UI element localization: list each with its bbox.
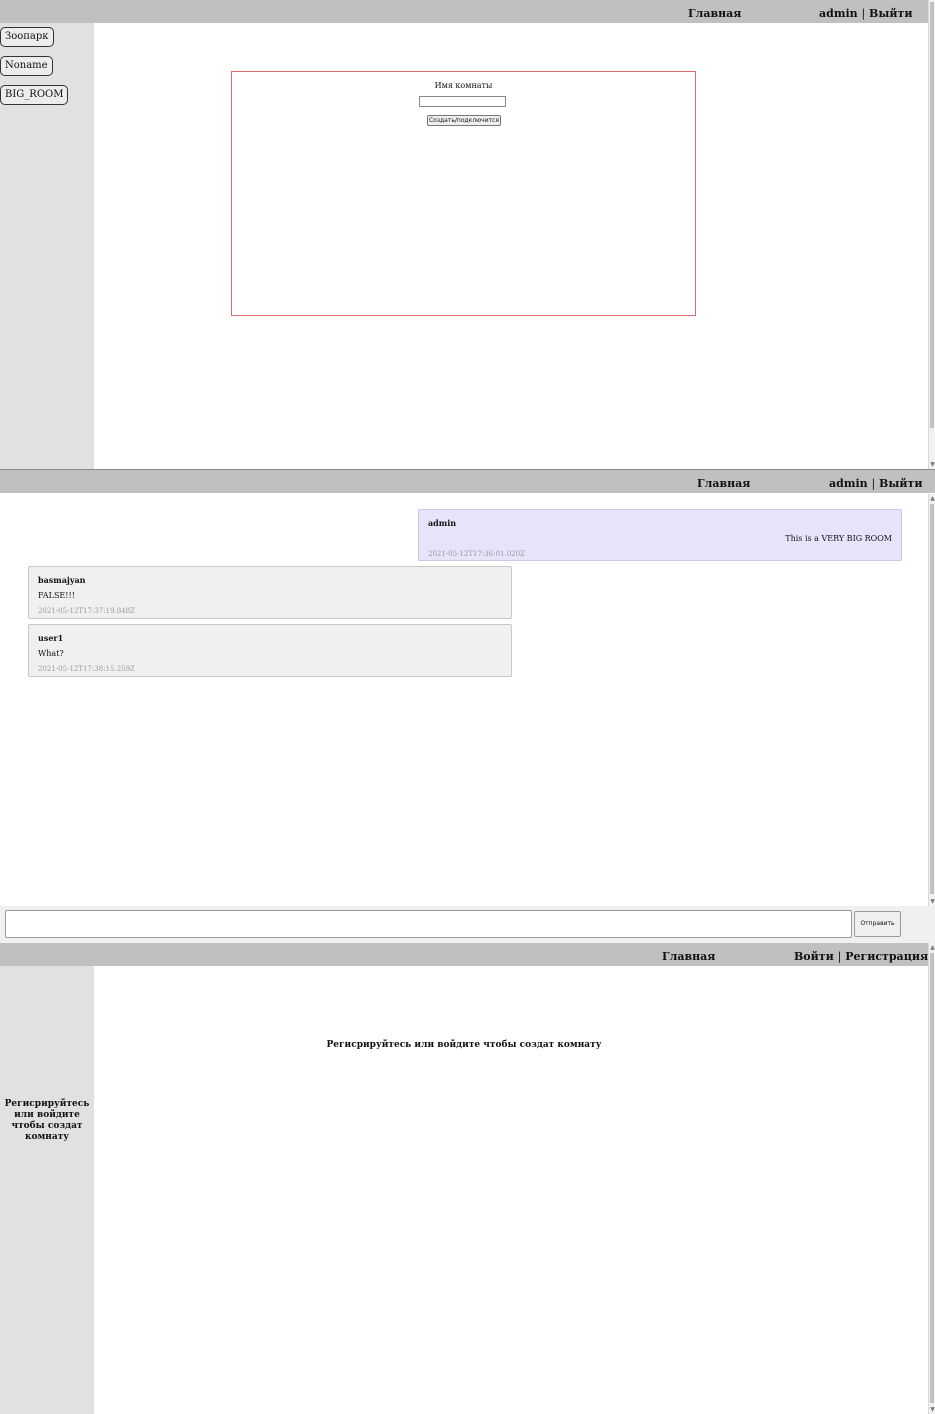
auth-nav: Войти | Регистрация bbox=[794, 950, 928, 963]
chat-message: admin This is a VERY BIG ROOM 2021-05-12… bbox=[418, 509, 902, 561]
logout-link[interactable]: Выйти bbox=[869, 7, 912, 20]
main-login-prompt: Регисрируйтесь или войдите чтобы создат … bbox=[326, 1040, 602, 1050]
logout-link[interactable]: Выйти bbox=[879, 477, 922, 490]
username-link[interactable]: admin bbox=[819, 7, 858, 20]
scroll-up-arrow-icon[interactable]: ▲ bbox=[929, 496, 935, 502]
room-button-big-room[interactable]: BIG_ROOM bbox=[0, 85, 69, 105]
top-nav-bar: Главная Войти | Регистрация bbox=[0, 943, 928, 966]
scrollbar-thumb[interactable] bbox=[930, 504, 934, 894]
top-nav-bar: Главная admin | Выйти bbox=[0, 0, 928, 23]
scroll-down-arrow-icon[interactable]: ▼ bbox=[929, 899, 935, 905]
message-timestamp: 2021-05-12T17:38:15.259Z bbox=[38, 665, 135, 673]
screen-chat-room: Главная admin | Выйти admin This is a VE… bbox=[0, 470, 935, 944]
room-button-noname[interactable]: Noname bbox=[0, 56, 53, 76]
message-text: What? bbox=[38, 649, 64, 658]
login-link[interactable]: Войти bbox=[794, 950, 834, 963]
message-timestamp: 2021-05-12T17:37:19.848Z bbox=[38, 607, 135, 615]
room-button-zoopark[interactable]: Зоопарк bbox=[0, 27, 54, 47]
messages-area: admin This is a VERY BIG ROOM 2021-05-12… bbox=[0, 494, 935, 906]
room-sidebar: Зоопарк Noname BIG_ROOM bbox=[0, 23, 94, 469]
sidebar-login-prompt: Регисрируйтесь или войдите чтобы создат … bbox=[4, 1099, 90, 1142]
message-text: This is a VERY BIG ROOM bbox=[785, 534, 892, 543]
home-link[interactable]: Главная bbox=[662, 950, 715, 963]
page-scrollbar[interactable]: ▲ ▼ bbox=[928, 943, 935, 1414]
register-link[interactable]: Регистрация bbox=[845, 950, 928, 963]
scroll-down-arrow-icon[interactable]: ▼ bbox=[929, 462, 935, 468]
send-button[interactable]: Отправить bbox=[854, 911, 901, 937]
message-author: basmajyan bbox=[38, 575, 86, 585]
scrollbar-thumb[interactable] bbox=[930, 953, 934, 1403]
chat-message: basmajyan FALSE!!! 2021-05-12T17:37:19.8… bbox=[28, 566, 512, 619]
screen-room-select: Главная admin | Выйти Зоопарк Noname BIG… bbox=[0, 0, 935, 469]
nav-separator: | bbox=[861, 7, 866, 20]
message-text: FALSE!!! bbox=[38, 591, 75, 600]
message-input[interactable] bbox=[5, 910, 852, 938]
message-composer: Отправить bbox=[0, 906, 935, 944]
screen-guest: Главная Войти | Регистрация Регисрируйте… bbox=[0, 943, 935, 1414]
user-nav: admin | Выйти bbox=[829, 477, 923, 490]
username-link[interactable]: admin bbox=[829, 477, 868, 490]
create-connect-button[interactable]: Создать/подключится bbox=[427, 115, 501, 126]
room-sidebar: Регисрируйтесь или войдите чтобы создат … bbox=[0, 966, 94, 1414]
nav-separator: | bbox=[871, 477, 876, 490]
scroll-down-arrow-icon[interactable]: ▼ bbox=[929, 1407, 935, 1413]
user-nav: admin | Выйти bbox=[819, 7, 913, 20]
home-link[interactable]: Главная bbox=[688, 7, 741, 20]
messages-scrollbar[interactable]: ▲ ▼ bbox=[928, 494, 935, 906]
chat-message: user1 What? 2021-05-12T17:38:15.259Z bbox=[28, 624, 512, 677]
create-room-panel: Имя комнаты Создать/подключится bbox=[231, 71, 696, 316]
message-timestamp: 2021-05-12T17:36:01.020Z bbox=[428, 550, 525, 558]
message-author: admin bbox=[428, 518, 457, 528]
scroll-up-arrow-icon[interactable]: ▲ bbox=[929, 945, 935, 951]
scrollbar-thumb[interactable] bbox=[930, 2, 934, 428]
room-name-label: Имя комнаты bbox=[434, 81, 493, 90]
home-link[interactable]: Главная bbox=[697, 477, 750, 490]
room-name-input[interactable] bbox=[419, 96, 506, 107]
nav-separator: | bbox=[837, 950, 842, 963]
page-scrollbar[interactable]: ▼ bbox=[928, 0, 935, 469]
message-author: user1 bbox=[38, 633, 64, 643]
top-nav-bar: Главная admin | Выйти bbox=[0, 470, 935, 493]
